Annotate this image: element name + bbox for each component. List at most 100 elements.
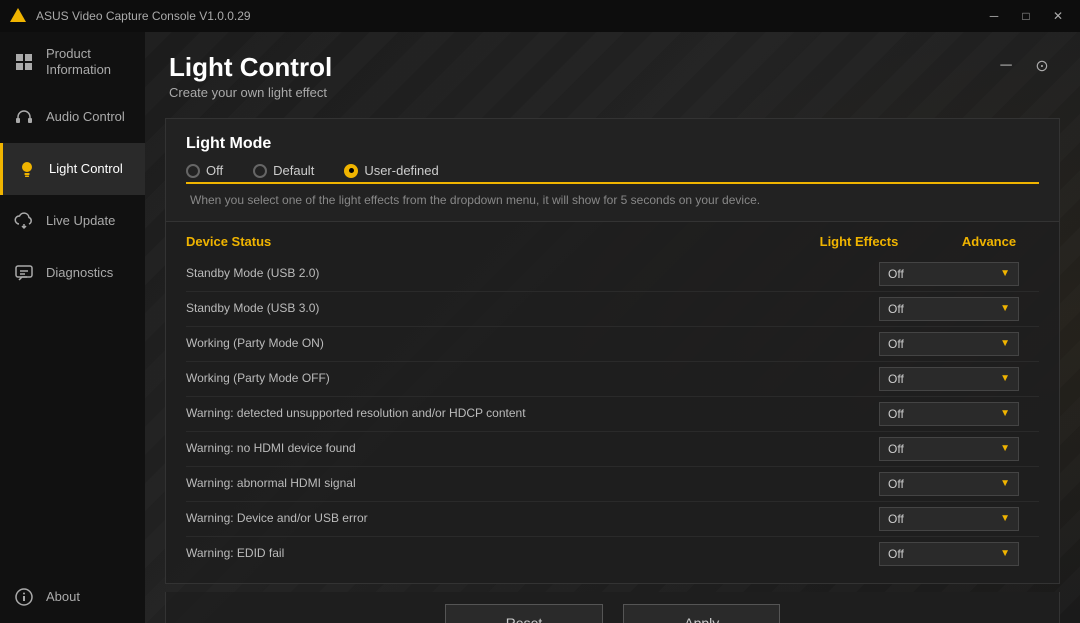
- row-label-5: Warning: no HDMI device found: [186, 441, 879, 457]
- table-header-advance: Advance: [939, 234, 1039, 249]
- dropdown-arrow-icon: ▼: [1000, 373, 1010, 384]
- row-label-6: Warning: abnormal HDMI signal: [186, 476, 879, 492]
- page-title: Light Control: [169, 52, 332, 83]
- dropdown-value-6: Off: [888, 477, 904, 491]
- row-dropdown-0: Off ▼: [879, 262, 1019, 286]
- reset-button[interactable]: Reset: [445, 604, 604, 623]
- dropdown-control-2[interactable]: Off ▼: [879, 332, 1019, 356]
- sidebar-label-about: About: [46, 589, 80, 605]
- main-layout: Product Information Audio Control Li: [0, 32, 1080, 623]
- dropdown-arrow-icon: ▼: [1000, 268, 1010, 279]
- row-dropdown-2: Off ▼: [879, 332, 1019, 356]
- window-controls: ─ □ ✕: [980, 6, 1072, 26]
- dropdown-value-5: Off: [888, 442, 904, 456]
- cloud-icon: [12, 209, 36, 233]
- row-dropdown-3: Off ▼: [879, 367, 1019, 391]
- bulb-icon: [15, 157, 39, 181]
- row-label-7: Warning: Device and/or USB error: [186, 511, 879, 527]
- sidebar-label-diagnostics: Diagnostics: [46, 265, 113, 281]
- dropdown-value-3: Off: [888, 372, 904, 386]
- table-row: Warning: detected unsupported resolution…: [186, 397, 1039, 432]
- sidebar-item-audio-control[interactable]: Audio Control: [0, 91, 145, 143]
- row-dropdown-6: Off ▼: [879, 472, 1019, 496]
- radio-label-user-defined: User-defined: [364, 163, 438, 178]
- grid-icon: [12, 50, 36, 74]
- table-row: Warning: abnormal HDMI signal Off ▼: [186, 467, 1039, 502]
- app-logo: [8, 6, 28, 26]
- content-area: Light Control Create your own light effe…: [145, 32, 1080, 623]
- chat-icon: [12, 261, 36, 285]
- dropdown-control-6[interactable]: Off ▼: [879, 472, 1019, 496]
- dropdown-value-7: Off: [888, 512, 904, 526]
- row-dropdown-8: Off ▼: [879, 542, 1019, 566]
- sidebar-label-live-update: Live Update: [46, 213, 115, 229]
- sidebar-label-audio-control: Audio Control: [46, 109, 125, 125]
- dropdown-control-3[interactable]: Off ▼: [879, 367, 1019, 391]
- radio-user-defined[interactable]: User-defined: [344, 163, 438, 178]
- table-section: Device Status Light Effects Advance Stan…: [166, 222, 1059, 583]
- sidebar-item-light-control[interactable]: Light Control: [0, 143, 145, 195]
- radio-label-off: Off: [206, 163, 223, 178]
- app-title: ASUS Video Capture Console V1.0.0.29: [36, 9, 980, 23]
- dropdown-value-8: Off: [888, 547, 904, 561]
- header-controls: ─ ⊙: [992, 52, 1056, 80]
- row-dropdown-5: Off▼: [879, 437, 1019, 461]
- dropdown-control-0[interactable]: Off ▼: [879, 262, 1019, 286]
- row-dropdown-4: Off ▼: [879, 402, 1019, 426]
- close-button[interactable]: ✕: [1044, 6, 1072, 26]
- main-panel: Light Mode Off Default User-defined: [165, 118, 1060, 584]
- dropdown-control-5[interactable]: Off▼: [879, 437, 1019, 461]
- table-row: Standby Mode (USB 2.0)Off▼: [186, 257, 1039, 292]
- sidebar-label-light-control: Light Control: [49, 161, 123, 177]
- content-header: Light Control Create your own light effe…: [145, 32, 1080, 110]
- sidebar-label-product-information: Product Information: [46, 46, 133, 77]
- row-dropdown-1: Off▼: [879, 297, 1019, 321]
- dropdown-control-1[interactable]: Off▼: [879, 297, 1019, 321]
- row-label-3: Working (Party Mode OFF): [186, 371, 879, 387]
- minimize-button[interactable]: ─: [980, 6, 1008, 26]
- sidebar-item-diagnostics[interactable]: Diagnostics: [0, 247, 145, 299]
- row-label-8: Warning: EDID fail: [186, 546, 879, 562]
- dropdown-control-4[interactable]: Off ▼: [879, 402, 1019, 426]
- dropdown-value-4: Off: [888, 407, 904, 421]
- row-dropdown-7: Off ▼: [879, 507, 1019, 531]
- row-label-1: Standby Mode (USB 3.0): [186, 301, 879, 317]
- table-row: Warning: no HDMI device foundOff▼: [186, 432, 1039, 467]
- sidebar: Product Information Audio Control Li: [0, 32, 145, 623]
- radio-circle-default: [253, 164, 267, 178]
- dropdown-arrow-icon: ▼: [1000, 408, 1010, 419]
- header-text: Light Control Create your own light effe…: [169, 52, 332, 100]
- dropdown-value-2: Off: [888, 337, 904, 351]
- dropdown-value-0: Off: [888, 267, 904, 281]
- headphone-icon: [12, 105, 36, 129]
- maximize-button[interactable]: □: [1012, 6, 1040, 26]
- page-subtitle: Create your own light effect: [169, 85, 332, 100]
- dropdown-control-7[interactable]: Off ▼: [879, 507, 1019, 531]
- light-mode-title: Light Mode: [186, 135, 1039, 153]
- sidebar-item-product-information[interactable]: Product Information: [0, 32, 145, 91]
- radio-off[interactable]: Off: [186, 163, 223, 178]
- sidebar-item-live-update[interactable]: Live Update: [0, 195, 145, 247]
- radio-circle-off: [186, 164, 200, 178]
- table-header: Device Status Light Effects Advance: [186, 234, 1039, 249]
- sidebar-item-about[interactable]: About: [0, 571, 145, 623]
- apply-button[interactable]: Apply: [623, 604, 780, 623]
- header-expand-button[interactable]: ⊙: [1028, 52, 1056, 80]
- radio-label-default: Default: [273, 163, 314, 178]
- dropdown-arrow-icon: ▼: [1000, 338, 1010, 349]
- table-header-light-effects: Light Effects: [779, 234, 939, 249]
- dropdown-control-8[interactable]: Off ▼: [879, 542, 1019, 566]
- dropdown-arrow-icon: ▼: [1000, 478, 1010, 489]
- table-rows: Standby Mode (USB 2.0)Off▼Standby Mode (…: [186, 257, 1039, 571]
- row-label-2: Working (Party Mode ON): [186, 336, 879, 352]
- radio-default[interactable]: Default: [253, 163, 314, 178]
- header-minimize-button[interactable]: ─: [992, 52, 1020, 80]
- radio-underline: [186, 182, 1039, 184]
- dropdown-arrow-icon: ▼: [1000, 303, 1010, 314]
- dropdown-arrow-icon: ▼: [1000, 548, 1010, 559]
- table-header-device-status: Device Status: [186, 234, 779, 249]
- dropdown-arrow-icon: ▼: [1000, 513, 1010, 524]
- title-bar: ASUS Video Capture Console V1.0.0.29 ─ □…: [0, 0, 1080, 32]
- info-icon: [12, 585, 36, 609]
- radio-circle-user-defined: [344, 164, 358, 178]
